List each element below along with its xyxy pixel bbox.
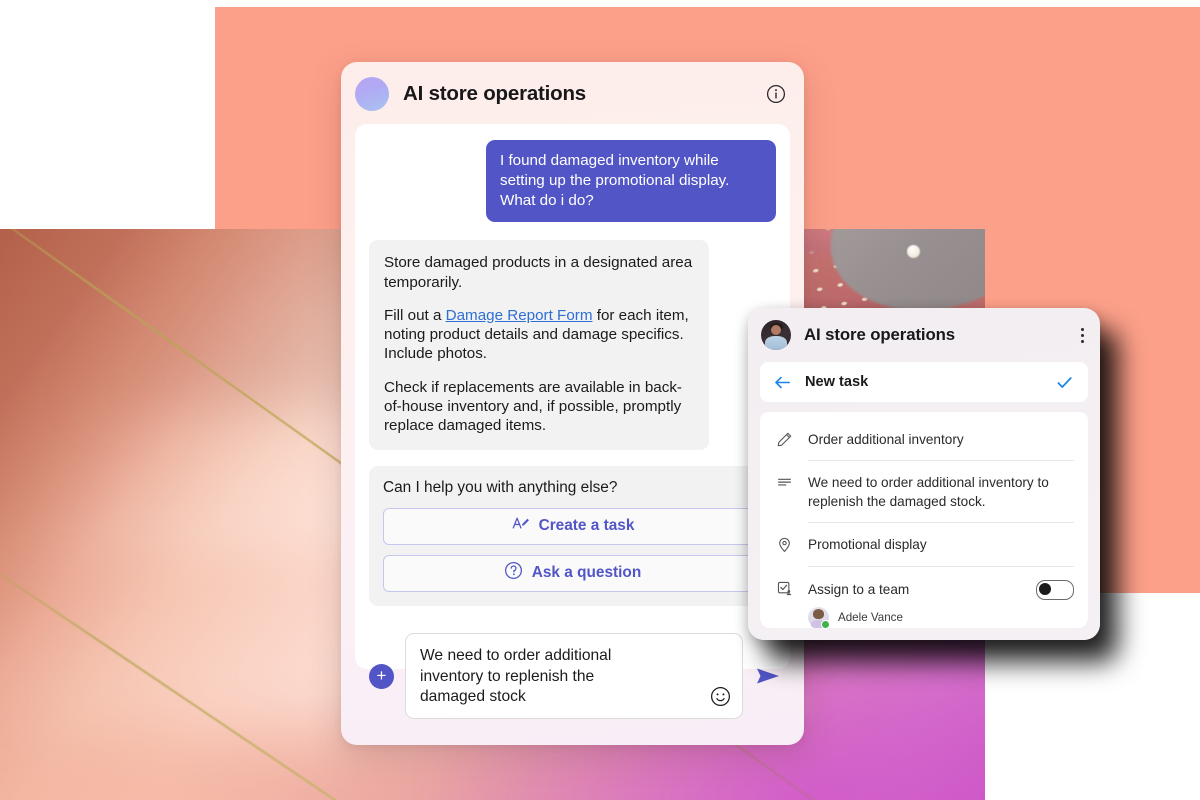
ask-a-question-button[interactable]: Ask a question [383, 554, 762, 592]
screenshot-canvas: AI store operations I found damaged inve… [0, 0, 1200, 800]
chat-message-user: I found damaged inventory while setting … [486, 140, 776, 223]
task-window: AI store operations New task Order addit… [748, 308, 1100, 640]
message-input[interactable]: We need to order additional inventory to… [405, 633, 743, 719]
toggle-knob [1039, 582, 1051, 595]
emoji-smile-icon[interactable] [710, 686, 731, 707]
new-task-label: New task [805, 374, 869, 390]
task-location-row[interactable]: Promotional display [760, 523, 1088, 567]
chat-window-title: AI store operations [403, 82, 587, 105]
suggestions-card: Can I help you with anything else? Creat… [369, 465, 776, 606]
task-location-content: Promotional display [808, 523, 1074, 567]
assistant-paragraph-1: Store damaged products in a designated a… [384, 253, 694, 292]
new-task-toolbar: New task [760, 362, 1088, 402]
create-task-icon [511, 514, 530, 538]
presence-available-icon [821, 619, 830, 629]
plus-icon[interactable]: + [369, 663, 394, 689]
task-location-value: Promotional display [808, 537, 927, 553]
ai-agent-avatar [355, 77, 389, 111]
assignee-chip[interactable]: Adele Vance [808, 606, 1074, 629]
info-icon[interactable] [766, 84, 786, 104]
task-title-content: Order additional inventory [808, 418, 1074, 462]
kebab-menu-icon[interactable] [1080, 327, 1084, 343]
task-window-header: AI store operations [748, 308, 1100, 362]
checkmark-icon[interactable] [1055, 373, 1074, 392]
task-title-value: Order additional inventory [808, 432, 964, 447]
task-form: Order additional inventory We need to or… [760, 412, 1088, 629]
assistant-paragraph-3: Check if replacements are available in b… [384, 378, 694, 436]
assistant-paragraph-3-text: Check if replacements are available in b… [384, 378, 682, 435]
task-description-value: We need to order additional inventory to… [808, 475, 1049, 509]
assignee-avatar [808, 606, 830, 629]
task-description-content: We need to order additional inventory to… [808, 461, 1074, 524]
create-a-task-button[interactable]: Create a task [383, 507, 762, 545]
assign-task-icon [773, 567, 795, 597]
user-photo-avatar [761, 320, 791, 350]
assignee-name: Adele Vance [838, 610, 903, 624]
assistant-paragraph-2: Fill out a Damage Report Form for each i… [384, 306, 694, 364]
chat-message-list[interactable]: I found damaged inventory while setting … [355, 124, 790, 669]
location-pin-icon [773, 523, 795, 553]
send-icon[interactable] [752, 660, 784, 692]
ask-a-question-label: Ask a question [531, 564, 642, 582]
create-a-task-label: Create a task [538, 517, 635, 535]
task-assignment-content: Assign to a team Adele Vance [808, 567, 1074, 639]
damage-report-form-link[interactable]: Damage Report Form [446, 307, 593, 324]
avatar-face [771, 325, 782, 335]
pencil-icon [773, 418, 795, 448]
avatar-shirt [764, 336, 788, 350]
question-circle-icon [504, 561, 523, 585]
chat-window-header: AI store operations [341, 62, 804, 126]
chat-window: AI store operations I found damaged inve… [341, 62, 804, 745]
chat-composer: + We need to order additional inventory … [355, 621, 790, 731]
assistant-paragraph-2-lead: Fill out a [384, 306, 446, 324]
task-title-row[interactable]: Order additional inventory [760, 418, 1088, 462]
task-description-row[interactable]: We need to order additional inventory to… [760, 461, 1088, 524]
assign-to-team-row: Assign to a team [808, 579, 1074, 600]
assistant-paragraph-1-text: Store damaged products in a designated a… [384, 254, 693, 291]
suggestions-prompt: Can I help you with anything else? [383, 478, 618, 496]
back-arrow-icon[interactable] [773, 373, 792, 392]
chat-message-assistant: Store damaged products in a designated a… [369, 240, 709, 450]
assign-to-team-label: Assign to a team [808, 582, 910, 598]
task-window-title: AI store operations [804, 325, 956, 344]
description-lines-icon [773, 461, 795, 491]
assign-to-team-toggle[interactable] [1036, 579, 1074, 600]
assignee-avatar-hair [812, 608, 825, 619]
task-assignment-row[interactable]: Assign to a team Adele Vance [760, 567, 1088, 639]
message-input-value: We need to order additional inventory to… [420, 647, 612, 706]
